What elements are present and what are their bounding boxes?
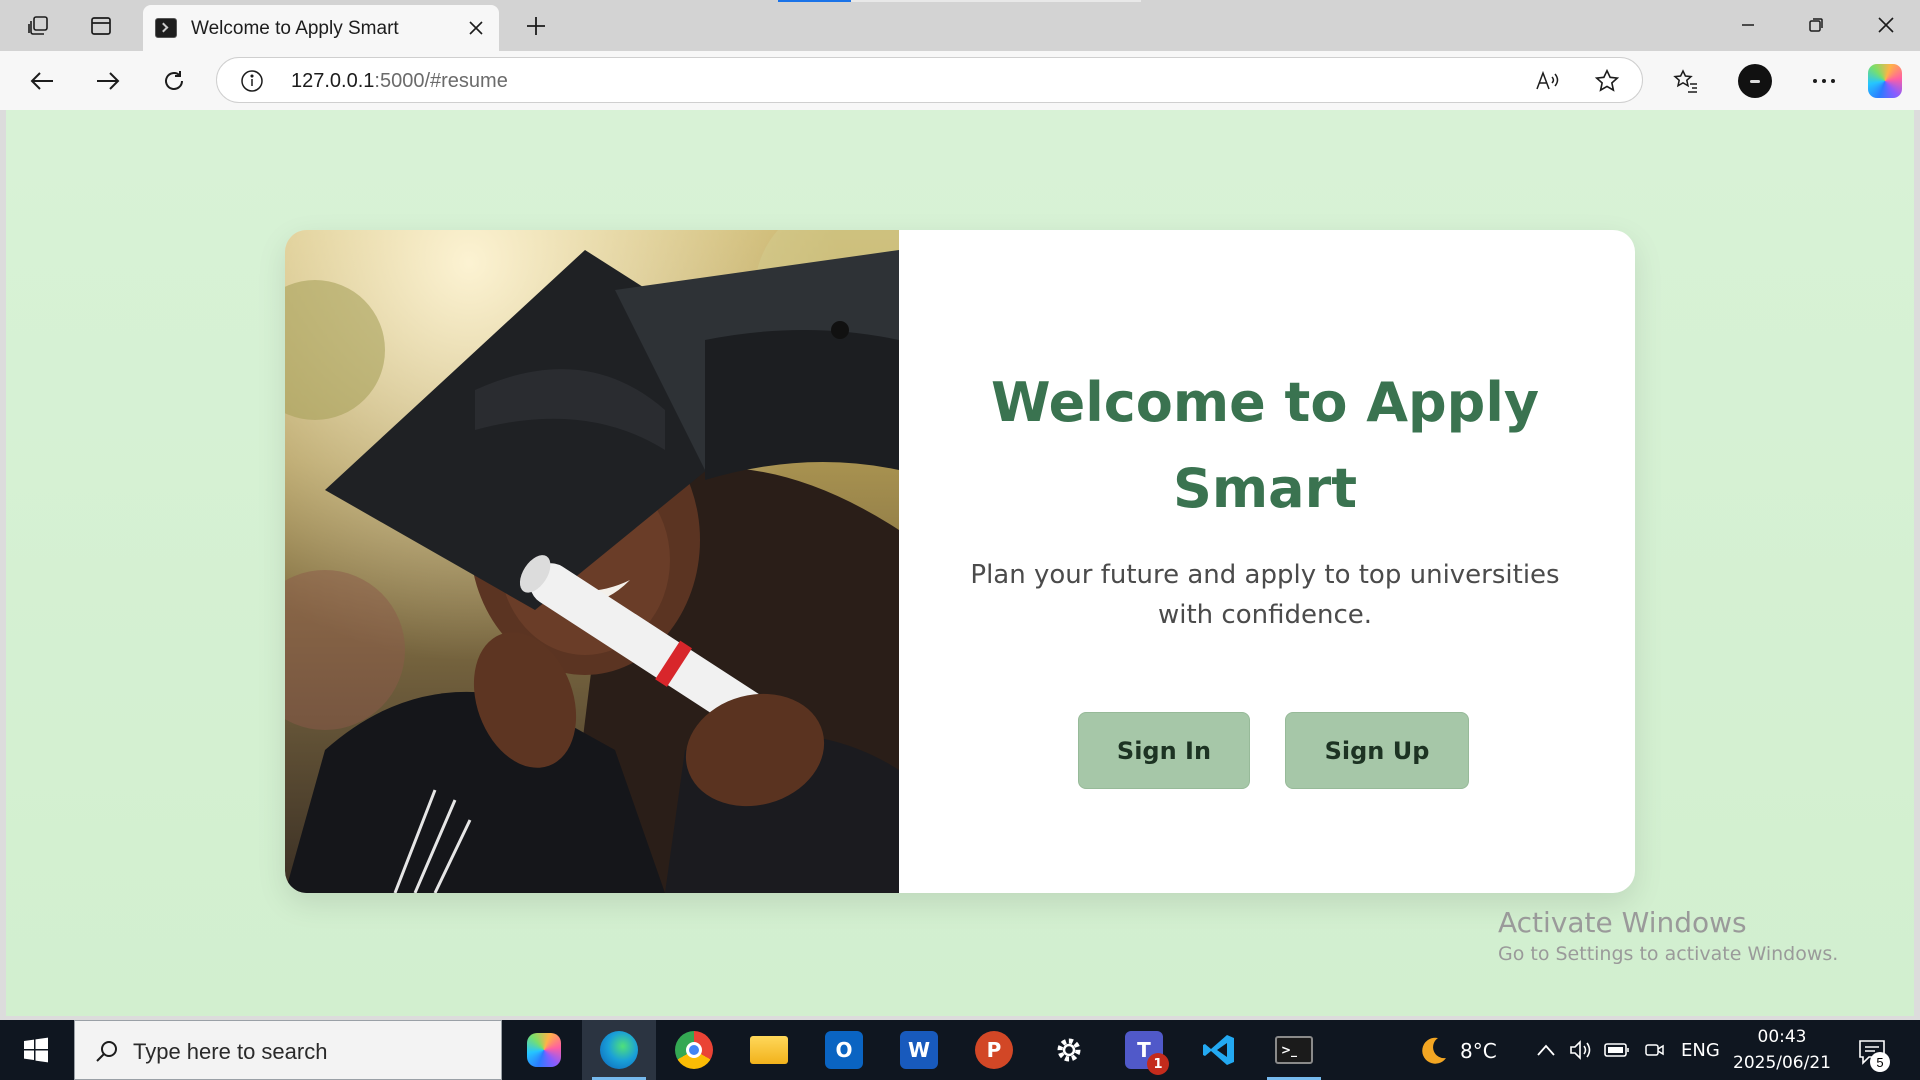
clock-time: 00:43 [1757, 1027, 1807, 1047]
new-tab-plus-icon[interactable] [518, 8, 554, 44]
moon-icon [1422, 1037, 1446, 1064]
activate-windows-title: Activate Windows [1498, 906, 1747, 939]
terminal-app-icon[interactable]: >_ [1257, 1020, 1331, 1080]
tab-title: Welcome to Apply Smart [191, 18, 399, 39]
refresh-icon[interactable] [154, 61, 194, 101]
url-text[interactable]: 127.0.0.1:5000/#resume [291, 70, 508, 93]
weather-widget[interactable]: 8°C [1416, 1034, 1497, 1068]
back-icon[interactable] [22, 61, 62, 101]
taskbar-search-box[interactable]: Type here to search [74, 1020, 502, 1080]
star-icon[interactable] [1592, 66, 1622, 96]
teams-badge: 1 [1147, 1053, 1169, 1075]
terminal-favicon-icon [155, 18, 177, 38]
activate-windows-subtitle: Go to Settings to activate Windows. [1498, 943, 1839, 965]
search-placeholder: Type here to search [133, 1039, 328, 1064]
info-icon[interactable] [239, 68, 265, 94]
chevron-up-icon[interactable] [1532, 1036, 1560, 1064]
page-background: Welcome to Apply Smart Plan your future … [6, 110, 1914, 1016]
windows-start-icon[interactable] [8, 1028, 64, 1072]
system-clock[interactable]: 00:43 2025/06/21 [1732, 1024, 1832, 1076]
more-icon[interactable] [1804, 61, 1844, 101]
windows-taskbar: Type here to search O W P T1 >_ 8°C ENG … [0, 1020, 1920, 1080]
settings-app-icon[interactable] [1032, 1020, 1106, 1080]
tab-loading-bar [778, 0, 1141, 2]
notification-count: 5 [1870, 1052, 1890, 1072]
active-tab[interactable]: Welcome to Apply Smart [143, 5, 499, 51]
edge-app-icon[interactable] [582, 1020, 656, 1080]
clock-date: 2025/06/21 [1733, 1053, 1831, 1073]
welcome-card: Welcome to Apply Smart Plan your future … [285, 230, 1635, 893]
search-icon [93, 1037, 121, 1065]
file-explorer-app-icon[interactable] [732, 1020, 806, 1080]
minimize-icon[interactable] [1720, 6, 1776, 44]
outlook-app-icon[interactable]: O [807, 1020, 881, 1080]
browser-toolbar: 127.0.0.1:5000/#resume [0, 51, 1920, 110]
notification-icon[interactable]: 5 [1852, 1032, 1892, 1072]
meet-now-icon[interactable] [1640, 1036, 1668, 1064]
battery-icon[interactable] [1603, 1036, 1631, 1064]
profile-avatar[interactable] [1738, 64, 1772, 98]
favorites-icon[interactable] [1666, 61, 1706, 101]
vscode-app-icon[interactable] [1182, 1020, 1256, 1080]
close-tab-icon[interactable] [461, 13, 491, 43]
tab-strip: Welcome to Apply Smart [0, 0, 1920, 51]
vertical-tabs-icon[interactable] [83, 8, 119, 44]
language-indicator[interactable]: ENG [1681, 1040, 1720, 1061]
powerpoint-app-icon[interactable]: P [957, 1020, 1031, 1080]
word-app-icon[interactable]: W [882, 1020, 956, 1080]
restore-icon[interactable] [1788, 6, 1844, 44]
copilot-app-icon[interactable] [507, 1020, 581, 1080]
address-bar[interactable]: 127.0.0.1:5000/#resume [216, 57, 1643, 103]
url-host: 127.0.0.1 [291, 70, 375, 92]
teams-app-icon[interactable]: T1 [1107, 1020, 1181, 1080]
workspaces-icon[interactable] [20, 8, 56, 44]
graduation-photo [285, 230, 899, 893]
chrome-app-icon[interactable] [657, 1020, 731, 1080]
activate-windows-watermark: Activate Windows Go to Settings to activ… [1498, 906, 1838, 965]
page-title: Welcome to Apply Smart [990, 371, 1540, 520]
page-tagline: Plan your future and apply to top univer… [970, 560, 1560, 630]
volume-icon[interactable] [1567, 1036, 1595, 1064]
url-path: :5000/#resume [374, 70, 508, 92]
sign-up-button[interactable]: Sign Up [1285, 712, 1469, 789]
close-window-icon[interactable] [1858, 6, 1914, 44]
copilot-icon[interactable] [1868, 64, 1902, 98]
read-aloud-icon[interactable] [1533, 66, 1563, 96]
forward-icon[interactable] [88, 61, 128, 101]
sign-in-button[interactable]: Sign In [1078, 712, 1250, 789]
weather-temperature: 8°C [1460, 1039, 1497, 1063]
